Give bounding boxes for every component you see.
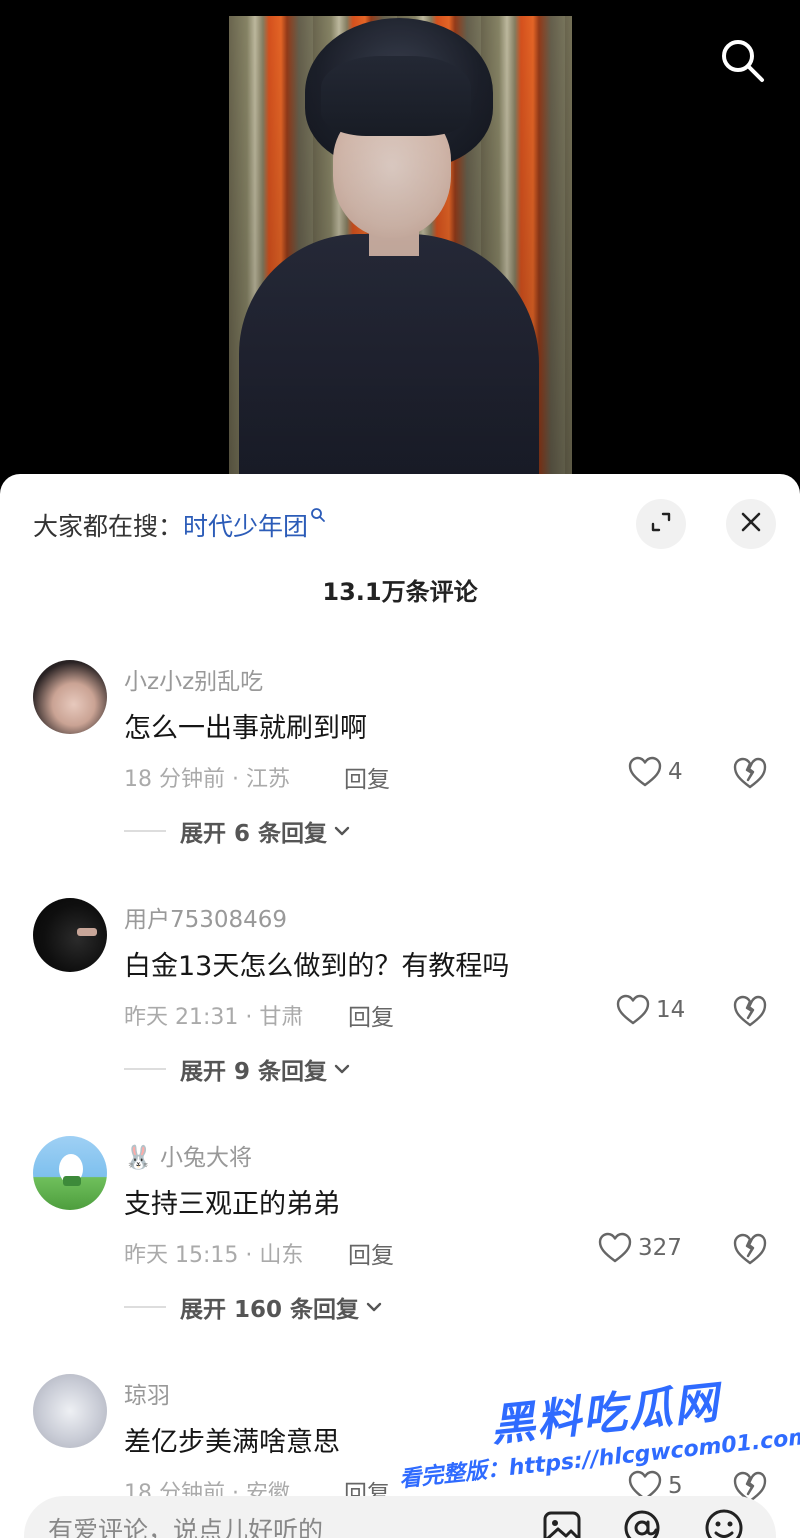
like-button[interactable]: 14 — [616, 994, 685, 1026]
expand-replies-label: 展开 6 条回复 — [180, 821, 328, 847]
like-count: 327 — [638, 1235, 682, 1261]
expand-replies-label: 展开 9 条回复 — [180, 1059, 328, 1085]
expand-replies[interactable]: 展开 160 条回复 — [124, 1290, 383, 1324]
reply-button[interactable]: 回复 — [348, 1236, 394, 1270]
expand-replies[interactable]: 展开 9 条回复 — [124, 1052, 351, 1086]
comment-count: 13.1万条评论 — [322, 578, 478, 606]
avatar-detail — [63, 1176, 81, 1186]
hot-search-keyword[interactable]: 时代少年团 — [183, 512, 308, 541]
broken-heart-icon[interactable] — [732, 756, 768, 792]
comment-item: 用户75308469 白金13天怎么做到的？有教程吗 昨天 21:31 · 甘肃… — [0, 898, 800, 1128]
rabbit-emoji-icon: 🐰 — [124, 1145, 153, 1171]
avatar[interactable] — [33, 898, 107, 972]
image-icon[interactable] — [540, 1506, 584, 1538]
chevron-down-icon — [334, 826, 350, 836]
emoji-icon[interactable] — [702, 1506, 746, 1538]
hot-search-magnifier-icon — [310, 507, 326, 528]
like-count: 14 — [656, 997, 686, 1023]
expand-replies-label: 展开 160 条回复 — [180, 1297, 360, 1323]
hot-search-prefix: 大家都在搜： — [33, 512, 184, 541]
avatar[interactable] — [33, 1374, 107, 1448]
comment-item: 小z小z别乱吃 怎么一出事就刷到啊 18 分钟前 · 江苏 回复 4 展开 6 … — [0, 660, 800, 890]
comment-meta: 18 分钟前 · 江苏 — [124, 767, 290, 792]
expand-replies[interactable]: 展开 6 条回复 — [124, 814, 351, 848]
avatar[interactable] — [33, 1136, 107, 1210]
comment-username-text: 小兔大将 — [159, 1145, 252, 1171]
comment-input[interactable] — [48, 1510, 508, 1538]
comment-username[interactable]: 🐰 小兔大将 — [124, 1138, 252, 1172]
comment-username[interactable]: 小z小z别乱吃 — [124, 662, 263, 696]
divider — [124, 830, 166, 832]
reply-button[interactable]: 回复 — [348, 998, 394, 1032]
heart-icon — [628, 756, 662, 787]
search-icon[interactable] — [718, 36, 766, 84]
like-button[interactable]: 327 — [598, 1232, 682, 1264]
close-button[interactable] — [726, 499, 776, 549]
heart-icon — [616, 994, 650, 1025]
like-count: 4 — [668, 759, 683, 785]
broken-heart-icon[interactable] — [732, 1232, 768, 1268]
comment-item: 🐰 小兔大将 支持三观正的弟弟 昨天 15:15 · 山东 回复 327 展开 … — [0, 1136, 800, 1366]
comment-text[interactable]: 支持三观正的弟弟 — [124, 1182, 340, 1221]
at-icon[interactable] — [620, 1506, 664, 1538]
avatar[interactable] — [33, 660, 107, 734]
hot-search: 大家都在搜：时代少年团 — [33, 507, 326, 543]
avatar-detail — [77, 928, 97, 936]
expand-button[interactable] — [636, 499, 686, 549]
video-player[interactable] — [0, 0, 800, 500]
sheet-header: 大家都在搜：时代少年团 13.1万条评论 — [0, 474, 800, 606]
comment-username[interactable]: 用户75308469 — [124, 900, 287, 934]
comment-meta: 昨天 21:31 · 甘肃 — [124, 1005, 304, 1030]
comment-input-bar — [24, 1496, 776, 1538]
divider — [124, 1306, 166, 1308]
video-shade — [229, 16, 572, 486]
like-button[interactable]: 4 — [628, 756, 683, 788]
comment-text[interactable]: 白金13天怎么做到的？有教程吗 — [124, 944, 509, 983]
divider — [124, 1068, 166, 1070]
video-frame[interactable] — [229, 16, 572, 486]
heart-icon — [598, 1232, 632, 1263]
close-icon — [739, 510, 763, 538]
broken-heart-icon[interactable] — [732, 994, 768, 1030]
chevron-down-icon — [334, 1064, 350, 1074]
comment-meta: 昨天 15:15 · 山东 — [124, 1243, 304, 1268]
expand-icon — [649, 510, 673, 538]
reply-button[interactable]: 回复 — [344, 760, 390, 794]
comment-username[interactable]: 琼羽 — [124, 1376, 170, 1410]
chevron-down-icon — [366, 1302, 382, 1312]
comment-text[interactable]: 怎么一出事就刷到啊 — [124, 706, 367, 745]
comment-text[interactable]: 差亿步美满啥意思 — [124, 1420, 340, 1459]
